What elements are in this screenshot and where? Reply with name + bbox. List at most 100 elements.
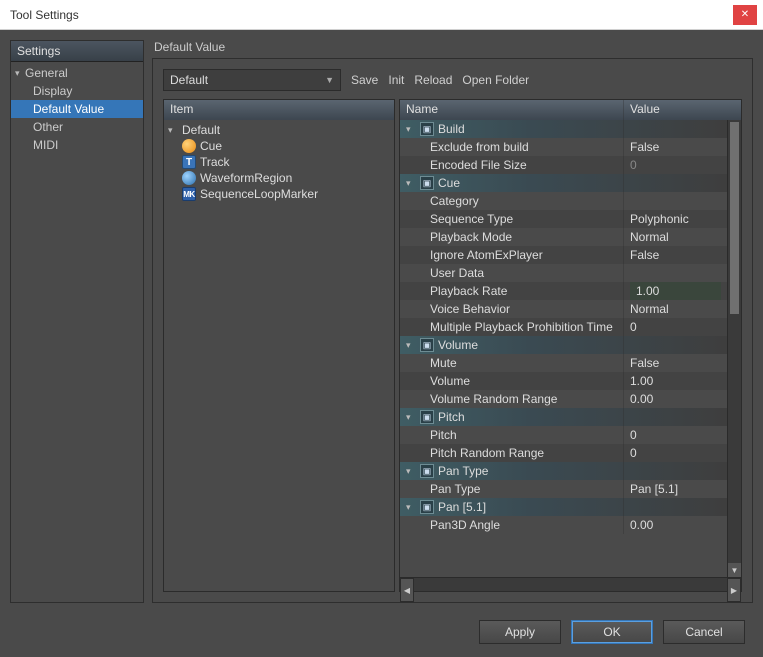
scroll-left-icon[interactable]: ◀ — [400, 578, 414, 602]
property-group[interactable]: ▾ ▣ Pan Type — [400, 462, 727, 480]
property-value[interactable]: Pan [5.1] — [623, 480, 727, 498]
property-value[interactable]: False — [623, 138, 727, 156]
property-value[interactable]: Normal — [623, 300, 727, 318]
chevron-down-icon: ▾ — [406, 502, 416, 513]
property-value[interactable]: 1.00 — [623, 282, 727, 300]
property-value[interactable]: 0.00 — [623, 516, 727, 534]
panel-frame: Default ▼ Save Init Reload Open Folder I… — [152, 58, 753, 603]
property-value[interactable]: False — [623, 354, 727, 372]
property-name: Mute — [430, 356, 457, 370]
preset-dropdown[interactable]: Default ▼ — [163, 69, 341, 91]
item-sequence-loop-marker[interactable]: MK SequenceLoopMarker — [164, 186, 394, 202]
dialog-footer: Apply OK Cancel — [0, 613, 763, 657]
preset-dropdown-value: Default — [170, 73, 208, 87]
property-name: Exclude from build — [430, 140, 529, 154]
vertical-scrollbar[interactable]: ▼ — [727, 120, 741, 577]
chevron-down-icon: ▾ — [406, 340, 416, 351]
scrollbar-thumb[interactable] — [730, 122, 739, 314]
chevron-down-icon: ▼ — [325, 75, 334, 85]
scrollbar-header-gap — [727, 100, 741, 120]
property-group[interactable]: ▾▣Volume — [400, 336, 727, 354]
property-group-label: Pitch — [438, 410, 465, 424]
scroll-right-icon[interactable]: ▶ — [727, 578, 741, 602]
property-row: Playback Mode Normal — [400, 228, 727, 246]
chevron-down-icon: ▾ — [406, 124, 416, 135]
hscroll-track[interactable] — [414, 578, 727, 591]
sidebar-item-midi[interactable]: MIDI — [11, 136, 143, 154]
sidebar-item-other[interactable]: Other — [11, 118, 143, 136]
chevron-down-icon: ▾ — [168, 125, 178, 136]
property-row: Category — [400, 192, 727, 210]
item-cue[interactable]: Cue — [164, 138, 394, 154]
property-group[interactable]: ▾ ▣ Pitch — [400, 408, 727, 426]
property-value[interactable] — [623, 192, 727, 210]
property-value[interactable]: 0 — [623, 156, 727, 174]
property-header: Name Value — [400, 100, 741, 120]
property-row: Volume 1.00 — [400, 372, 727, 390]
column-header-value[interactable]: Value — [623, 100, 727, 120]
reload-button[interactable]: Reload — [414, 73, 452, 87]
group-icon: ▣ — [420, 464, 434, 478]
sidebar-item-display[interactable]: Display — [11, 82, 143, 100]
sidebar-tree: ▾ General Display Default Value Other MI… — [11, 62, 143, 602]
scroll-down-icon[interactable]: ▼ — [728, 563, 741, 577]
panel-title: Default Value — [152, 40, 753, 58]
property-value[interactable]: 0.00 — [623, 390, 727, 408]
close-button[interactable]: ✕ — [733, 5, 757, 25]
property-value[interactable]: 0 — [623, 426, 727, 444]
waveform-region-icon — [182, 171, 196, 185]
property-name: Playback Mode — [430, 230, 512, 244]
property-row: Voice Behavior Normal — [400, 300, 727, 318]
init-button[interactable]: Init — [388, 73, 404, 87]
property-name: Pitch — [430, 428, 457, 442]
property-row: User Data — [400, 264, 727, 282]
property-name: Volume — [430, 374, 470, 388]
ok-button[interactable]: OK — [571, 620, 653, 644]
open-folder-button[interactable]: Open Folder — [462, 73, 529, 87]
titlebar: Tool Settings ✕ — [0, 0, 763, 30]
property-value[interactable]: 1.00 — [623, 372, 727, 390]
cancel-button[interactable]: Cancel — [663, 620, 745, 644]
property-name: Pan3D Angle — [430, 518, 500, 532]
property-group[interactable]: ▾ ▣ Cue — [400, 174, 727, 192]
chevron-down-icon: ▾ — [406, 178, 416, 189]
group-icon: ▣ — [420, 122, 434, 136]
property-group[interactable]: ▾ ▣ Build — [400, 120, 727, 138]
item-panel: Item ▾ Default Cue — [163, 99, 395, 592]
group-icon: ▣ — [420, 410, 434, 424]
item-panel-header: Item — [164, 100, 394, 120]
chevron-down-icon: ▾ — [406, 412, 416, 423]
property-row: Volume Random Range 0.00 — [400, 390, 727, 408]
property-row: Mute False — [400, 354, 727, 372]
property-group-label: Pan Type — [438, 464, 488, 478]
property-value[interactable]: 0 — [623, 318, 727, 336]
property-row: Ignore AtomExPlayerFalse — [400, 246, 727, 264]
property-row: Multiple Playback Prohibition Time0 — [400, 318, 727, 336]
property-value[interactable] — [623, 264, 727, 282]
item-waveform-region[interactable]: WaveformRegion — [164, 170, 394, 186]
property-name: Voice Behavior — [430, 302, 510, 316]
property-value[interactable]: 0 — [623, 444, 727, 462]
property-name: Volume Random Range — [430, 392, 557, 406]
property-group-label: Build — [438, 122, 465, 136]
property-value[interactable]: Normal — [623, 228, 727, 246]
item-track[interactable]: T Track — [164, 154, 394, 170]
track-icon: T — [182, 155, 196, 169]
property-group-label: Volume — [438, 338, 478, 352]
save-button[interactable]: Save — [351, 73, 378, 87]
item-root-default[interactable]: ▾ Default — [164, 122, 394, 138]
sidebar-item-default-value[interactable]: Default Value — [11, 100, 143, 118]
horizontal-scrollbar[interactable]: ◀ ▶ — [400, 577, 741, 591]
column-header-name[interactable]: Name — [400, 100, 623, 120]
apply-button[interactable]: Apply — [479, 620, 561, 644]
property-value[interactable]: Polyphonic — [623, 210, 727, 228]
sidebar-root-general[interactable]: ▾ General — [11, 64, 143, 82]
property-name: Encoded File Size — [430, 158, 527, 172]
group-icon: ▣ — [420, 176, 434, 190]
property-group[interactable]: ▾▣Pan [5.1] — [400, 498, 727, 516]
property-value[interactable]: False — [623, 246, 727, 264]
chevron-down-icon: ▾ — [406, 466, 416, 477]
property-row: Pitch 0 — [400, 426, 727, 444]
property-group-label: Cue — [438, 176, 460, 190]
settings-sidebar: Settings ▾ General Display Default Value… — [10, 40, 144, 603]
